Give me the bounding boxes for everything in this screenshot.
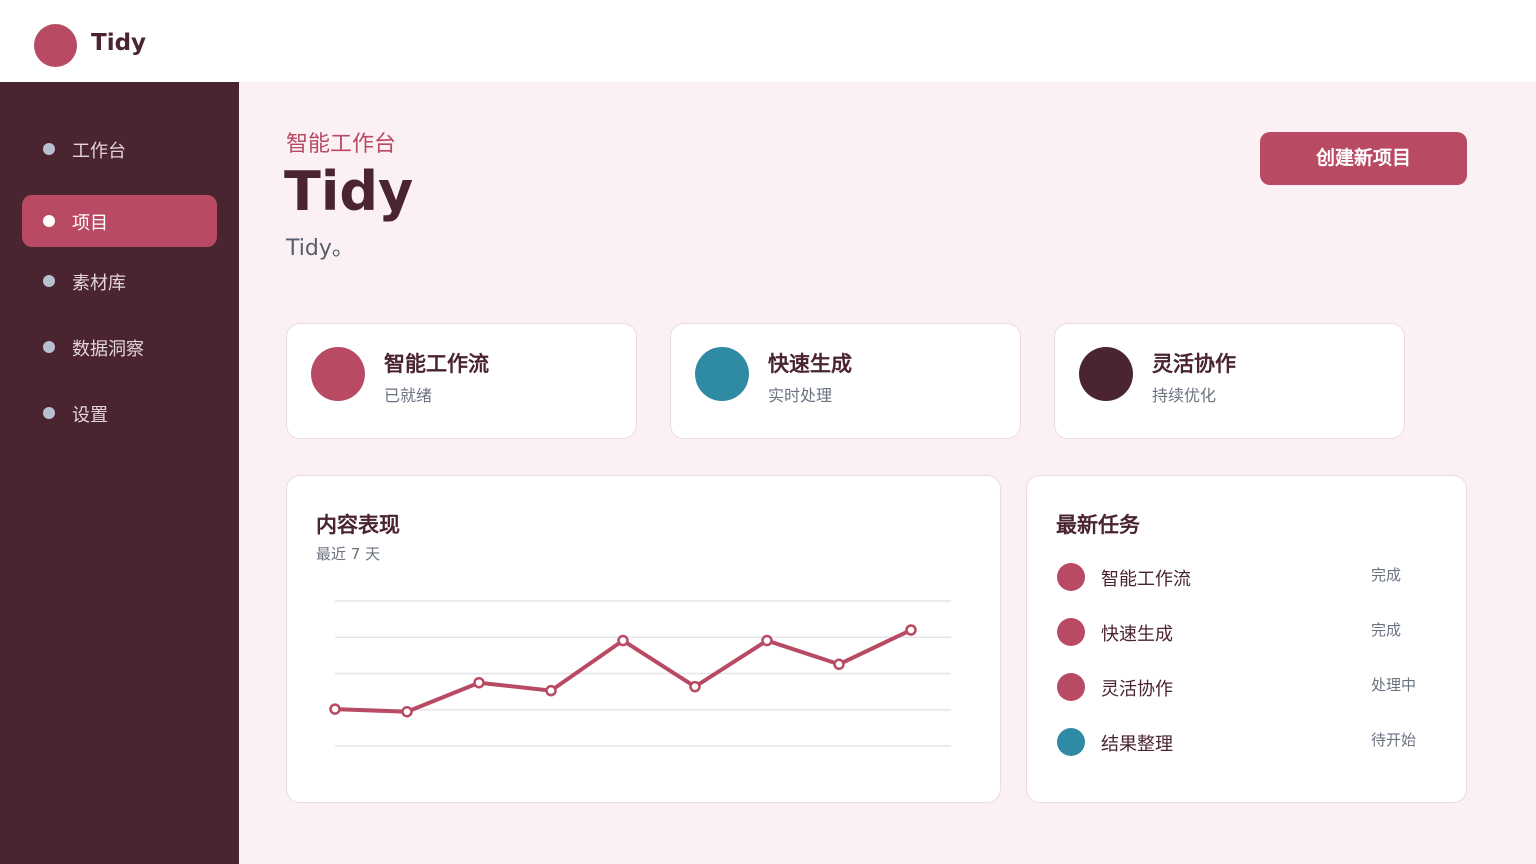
latest-tasks-card: 最新任务 智能工作流 完成 快速生成 完成 灵活协作 处理中 结果整理 待开始 xyxy=(1026,475,1467,803)
page-title: Tidy xyxy=(284,160,414,223)
data-point xyxy=(545,684,557,697)
brand-name: Tidy xyxy=(91,30,147,56)
data-point xyxy=(617,634,629,647)
dot-icon xyxy=(43,407,55,419)
task-status: 完成 xyxy=(1371,621,1402,639)
feature-card-collab[interactable]: 灵活协作 持续优化 xyxy=(1054,323,1405,439)
task-status-dot-icon xyxy=(1057,728,1085,756)
data-point xyxy=(761,634,773,647)
tasks-title: 最新任务 xyxy=(1056,513,1140,537)
dot-icon xyxy=(43,341,55,353)
task-status-dot-icon xyxy=(1057,563,1085,591)
page-description: Tidy。 xyxy=(286,236,354,261)
sidebar-item-label: 数据洞察 xyxy=(72,339,144,360)
feature-title: 智能工作流 xyxy=(384,352,489,376)
task-row[interactable]: 结果整理 待开始 xyxy=(1057,727,1437,757)
generate-circle-icon xyxy=(695,347,749,401)
feature-desc: 已就绪 xyxy=(384,386,433,405)
sidebar-item-settings[interactable]: 设置 xyxy=(22,387,217,439)
task-row[interactable]: 快速生成 完成 xyxy=(1057,617,1437,647)
task-name: 结果整理 xyxy=(1101,734,1173,755)
sidebar-item-label: 素材库 xyxy=(72,273,126,294)
sidebar: 工作台 项目 素材库 数据洞察 设置 xyxy=(0,82,239,864)
feature-desc: 持续优化 xyxy=(1152,386,1217,405)
sidebar-item-workbench[interactable]: 工作台 xyxy=(22,123,217,175)
task-status: 待开始 xyxy=(1371,731,1417,749)
create-project-button[interactable]: 创建新项目 xyxy=(1260,132,1467,185)
task-status-dot-icon xyxy=(1057,673,1085,701)
data-point xyxy=(473,676,485,689)
data-point xyxy=(401,705,413,718)
task-status-dot-icon xyxy=(1057,618,1085,646)
workflow-circle-icon xyxy=(311,347,365,401)
data-point xyxy=(905,624,917,636)
sidebar-item-insights[interactable]: 数据洞察 xyxy=(22,321,217,373)
task-name: 快速生成 xyxy=(1101,624,1173,645)
line-chart xyxy=(329,600,951,747)
page-subtitle: 智能工作台 xyxy=(286,132,397,157)
dot-icon xyxy=(43,215,55,227)
sidebar-item-label: 项目 xyxy=(72,213,108,234)
sidebar-item-projects[interactable]: 项目 xyxy=(22,195,217,247)
top-bar: Tidy xyxy=(0,0,1536,82)
task-row[interactable]: 灵活协作 处理中 xyxy=(1057,672,1437,702)
collab-circle-icon xyxy=(1079,347,1133,401)
feature-title: 灵活协作 xyxy=(1152,352,1236,376)
content-performance-card: 内容表现 最近 7 天 xyxy=(286,475,1001,803)
sidebar-item-label: 工作台 xyxy=(72,141,126,162)
feature-title: 快速生成 xyxy=(768,352,852,376)
dot-icon xyxy=(43,143,55,155)
feature-desc: 实时处理 xyxy=(768,386,833,405)
data-point xyxy=(833,658,845,671)
task-status: 完成 xyxy=(1371,566,1402,584)
feature-card-generate[interactable]: 快速生成 实时处理 xyxy=(670,323,1021,439)
data-point xyxy=(689,680,701,693)
data-point xyxy=(329,703,341,715)
logo-icon xyxy=(34,24,77,67)
task-name: 灵活协作 xyxy=(1101,679,1173,700)
dot-icon xyxy=(43,275,55,287)
task-status: 处理中 xyxy=(1371,676,1417,694)
sidebar-item-assets[interactable]: 素材库 xyxy=(22,255,217,307)
sidebar-item-label: 设置 xyxy=(72,405,108,426)
task-name: 智能工作流 xyxy=(1101,569,1191,590)
feature-card-workflow[interactable]: 智能工作流 已就绪 xyxy=(286,323,637,439)
task-row[interactable]: 智能工作流 完成 xyxy=(1057,562,1437,592)
